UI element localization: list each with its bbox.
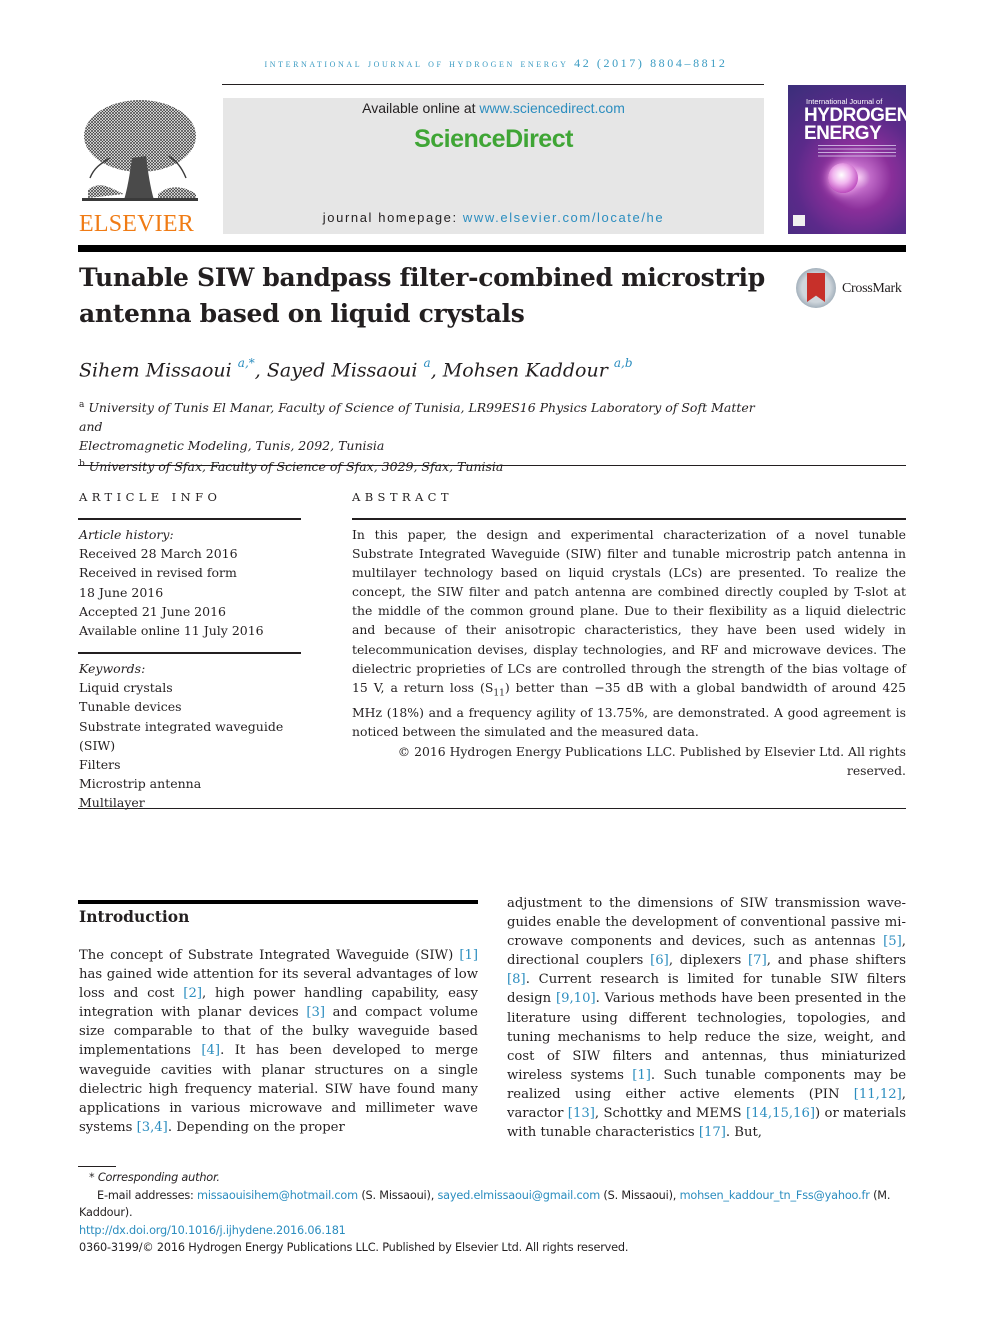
keyword-item: Microstrip antenna: [79, 776, 202, 792]
keyword-item: Tunable devices: [79, 699, 182, 715]
crossmark-label: CrossMark: [842, 281, 902, 296]
author-name[interactable]: Sayed Missaoui: [267, 359, 418, 381]
introduction-paragraph-cont: adjustment to the dimensions of SIW tran…: [507, 896, 907, 1141]
email-link[interactable]: mohsen_kaddour_tn_Fss@yahoo.fr: [680, 1189, 870, 1202]
elsevier-tree-logo-icon: [80, 98, 200, 210]
author-separator: ,: [254, 359, 267, 382]
corresponding-author-note: * Corresponding author.: [89, 1171, 220, 1184]
cover-publisher-mark-icon: [793, 215, 805, 226]
citation-link[interactable]: [8]: [507, 972, 526, 987]
masthead-rule: [78, 245, 906, 252]
keywords-label: Keywords:: [79, 661, 146, 676]
author-affiliation-marker[interactable]: a,*: [238, 356, 255, 370]
author-affiliation-marker[interactable]: a,b: [614, 356, 633, 370]
citation-link[interactable]: [3]: [306, 1005, 325, 1020]
citation-link[interactable]: [9,10]: [556, 991, 596, 1006]
affiliation-rule: [78, 465, 906, 466]
history-item: Received 28 March 2016: [79, 546, 238, 562]
keywords: Keywords: Liquid crystals Tunable device…: [79, 659, 319, 813]
cover-editor-lines: [818, 145, 896, 159]
citation-link[interactable]: [7]: [748, 953, 767, 968]
footnote-rule: [78, 1166, 116, 1167]
abstract-bottom-rule: [78, 808, 906, 809]
journal-homepage-link[interactable]: www.elsevier.com/locate/he: [463, 210, 664, 225]
abstract-heading: ABSTRACT: [352, 490, 453, 504]
email-addresses: E-mail addresses: missaouisihem@hotmail.…: [79, 1187, 907, 1222]
issn-copyright: 0360-3199/© 2016 Hydrogen Energy Publica…: [79, 1241, 629, 1254]
keyword-item: Liquid crystals: [79, 680, 173, 696]
elsevier-wordmark: ELSEVIER: [79, 211, 194, 237]
cover-orb-graphic: [828, 163, 858, 193]
article-history: Article history: Received 28 March 2016 …: [79, 525, 309, 640]
introduction-left-column: The concept of Substrate Integrated Wave…: [79, 946, 478, 1137]
affiliation-text: University of Sfax, Faculty of Science o…: [88, 459, 504, 475]
cover-title-line2: ENERGY: [804, 123, 882, 144]
journal-cover-image: International Journal of HYDROGEN ENERGY: [788, 85, 906, 234]
abstract-text: In this paper, the design and experiment…: [352, 525, 906, 780]
article-title-line2: antenna based on liquid crystals: [79, 299, 525, 328]
history-item: Received in revised form: [79, 565, 237, 581]
footnotes: * Corresponding author. E-mail addresses…: [79, 1169, 907, 1257]
citation-link[interactable]: [14,15,16]: [746, 1106, 815, 1121]
citation-link[interactable]: [2]: [183, 986, 202, 1001]
author-list: Sihem Missaoui a,*, Sayed Missaoui a, Mo…: [79, 356, 633, 382]
citation-link[interactable]: [4]: [201, 1043, 220, 1058]
doi-link[interactable]: http://dx.doi.org/10.1016/j.ijhydene.201…: [79, 1224, 346, 1237]
author-name[interactable]: Mohsen Kaddour: [443, 359, 608, 381]
introduction-rule: [78, 900, 478, 904]
history-item: Available online 11 July 2016: [79, 623, 264, 639]
affiliation-text: Electromagnetic Modeling, Tunis, 2092, T…: [79, 438, 385, 454]
introduction-paragraph: The concept of Substrate Integrated Wave…: [79, 948, 478, 1135]
abstract-paragraph: In this paper, the design and experiment…: [352, 527, 906, 695]
keyword-item: Filters: [79, 757, 121, 773]
history-item: 18 June 2016: [79, 584, 164, 600]
citation-link[interactable]: [5]: [883, 934, 902, 949]
journal-homepage-label: journal homepage:: [322, 210, 463, 225]
sciencedirect-banner: Available online at www.sciencedirect.co…: [223, 98, 764, 234]
citation-link[interactable]: [1]: [459, 948, 478, 963]
author-name[interactable]: Sihem Missaoui: [79, 359, 232, 381]
email-link[interactable]: sayed.elmissaoui@gmail.com: [437, 1189, 600, 1202]
cover-title: HYDROGEN ENERGY: [804, 106, 906, 144]
article-info-heading: ARTICLE INFO: [79, 490, 222, 504]
abstract-copyright: © 2016 Hydrogen Energy Publications LLC.…: [397, 743, 906, 778]
citation-link[interactable]: [6]: [650, 953, 669, 968]
email-link[interactable]: missaouisihem@hotmail.com: [197, 1189, 358, 1202]
citation-link[interactable]: [3,4]: [137, 1120, 168, 1135]
introduction-heading: Introduction: [79, 907, 190, 926]
citation-link[interactable]: [11,12]: [854, 1087, 902, 1102]
available-online-label: Available online at: [362, 100, 480, 116]
available-online-line: Available online at www.sciencedirect.co…: [223, 100, 764, 116]
keyword-item: Substrate integrated waveguide (SIW): [79, 718, 284, 753]
sciencedirect-logo: ScienceDirect: [414, 125, 573, 153]
header-rule: [222, 84, 764, 85]
email-owner: (S. Missaoui),: [600, 1188, 680, 1202]
journal-homepage-line: journal homepage: www.elsevier.com/locat…: [223, 210, 764, 225]
citation-link[interactable]: [17]: [699, 1125, 726, 1140]
crossmark-button[interactable]: CrossMark: [796, 268, 908, 310]
keyword-item: Multilayer: [79, 795, 145, 811]
author-separator: ,: [430, 359, 443, 382]
article-title: Tunable SIW bandpass filter-combined mic…: [79, 260, 779, 332]
history-item: Accepted 21 June 2016: [79, 603, 226, 619]
keywords-rule: [78, 652, 301, 654]
affiliation-a: a University of Tunis El Manar, Faculty …: [79, 396, 779, 455]
article-info-rule: [78, 518, 301, 520]
affiliation-text: University of Tunis El Manar, Faculty of…: [79, 400, 755, 435]
running-header: International Journal of Hydrogen Energy…: [0, 56, 992, 71]
abstract-subscript: 11: [493, 688, 505, 699]
journal-citation: International Journal of Hydrogen Energy…: [264, 56, 728, 70]
citation-link[interactable]: [1]: [632, 1068, 651, 1083]
author-affiliation-marker[interactable]: a: [424, 356, 431, 370]
introduction-right-column: adjustment to the dimensions of SIW tran…: [507, 894, 906, 1142]
citation-link[interactable]: [13]: [568, 1106, 595, 1121]
email-label: E-mail addresses:: [97, 1188, 198, 1202]
article-history-label: Article history:: [79, 527, 174, 542]
email-owner: (S. Missaoui),: [357, 1188, 438, 1202]
article-title-line1: Tunable SIW bandpass filter-combined mic…: [79, 263, 765, 292]
abstract-rule: [352, 518, 906, 520]
sciencedirect-link[interactable]: www.sciencedirect.com: [479, 100, 625, 116]
affiliation-mark: a: [79, 400, 85, 410]
